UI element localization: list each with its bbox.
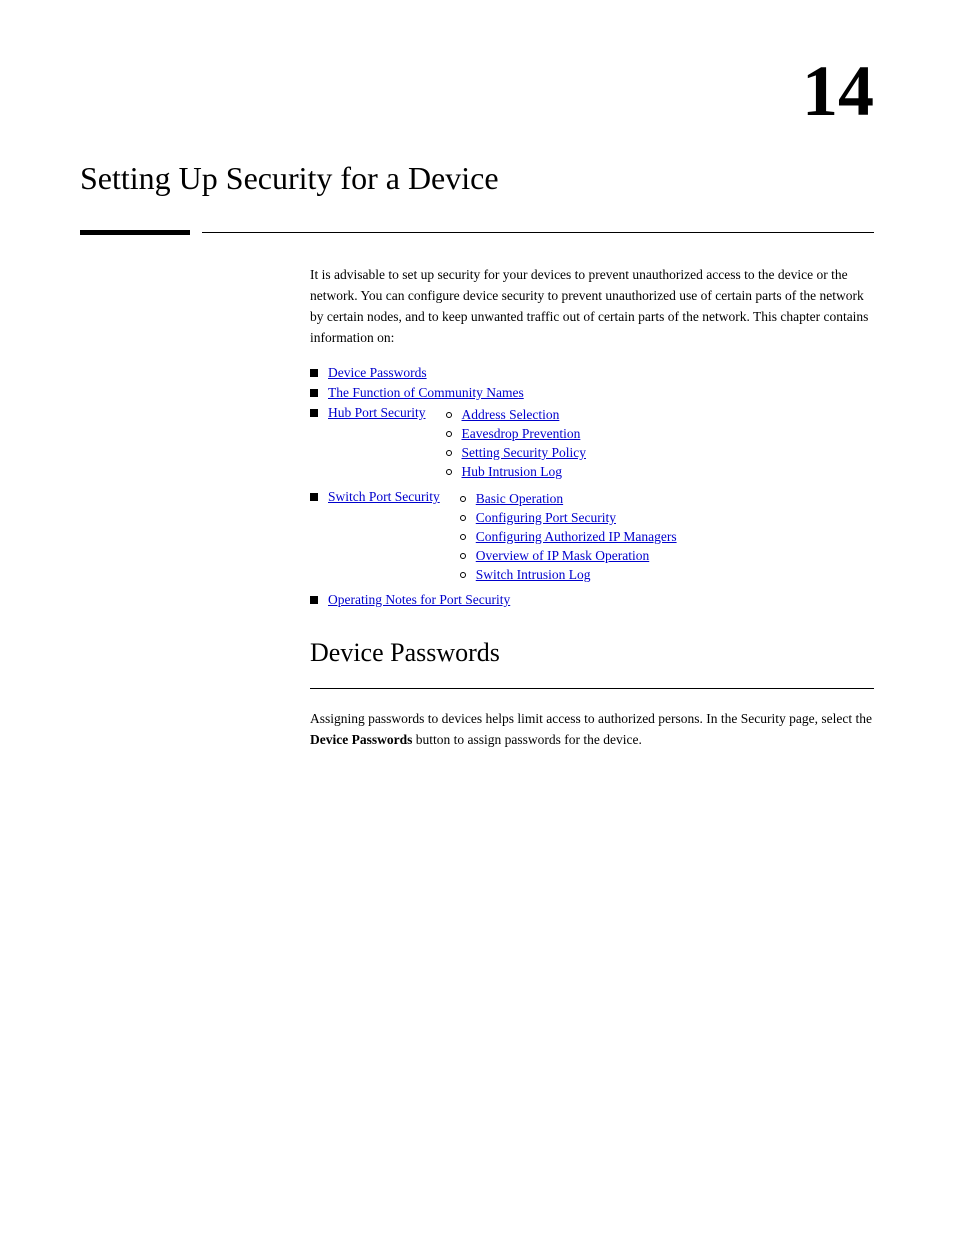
device-passwords-text-after: button to assign passwords for the devic… [412, 732, 641, 747]
sub-item-address: Address Selection [446, 407, 587, 423]
bullet-circle-6 [460, 515, 466, 521]
bullet-circle-5 [460, 496, 466, 502]
switch-security-sublist: Basic Operation Configuring Port Securit… [460, 491, 677, 586]
sub-item-basic-op: Basic Operation [460, 491, 677, 507]
link-switch-intrusion-log[interactable]: Switch Intrusion Log [476, 567, 591, 583]
toc-item-community: The Function of Community Names [310, 385, 874, 401]
section-divider [310, 688, 874, 689]
hub-security-sublist: Address Selection Eavesdrop Prevention S… [446, 407, 587, 483]
bullet-square-4 [310, 493, 318, 501]
bullet-circle-9 [460, 572, 466, 578]
divider-thick [80, 230, 190, 235]
link-eavesdrop-prevention[interactable]: Eavesdrop Prevention [462, 426, 581, 442]
link-community-names[interactable]: The Function of Community Names [328, 385, 524, 401]
toc-list: Device Passwords The Function of Communi… [310, 365, 874, 608]
link-setting-security-policy[interactable]: Setting Security Policy [462, 445, 587, 461]
divider-thin [202, 232, 874, 234]
bullet-circle-8 [460, 553, 466, 559]
bullet-circle-3 [446, 450, 452, 456]
bullet-circle-1 [446, 412, 452, 418]
bullet-square-3 [310, 409, 318, 417]
link-device-passwords[interactable]: Device Passwords [328, 365, 427, 381]
device-passwords-bold: Device Passwords [310, 732, 412, 747]
link-configuring-authorized-managers[interactable]: Configuring Authorized IP Managers [476, 529, 677, 545]
device-passwords-text: Assigning passwords to devices helps lim… [310, 709, 874, 751]
chapter-divider [80, 230, 874, 235]
link-operating-notes[interactable]: Operating Notes for Port Security [328, 592, 510, 608]
bullet-square-1 [310, 369, 318, 377]
toc-item-operating-notes: Operating Notes for Port Security [310, 592, 874, 608]
device-passwords-text-before: Assigning passwords to devices helps lim… [310, 711, 872, 726]
device-passwords-title: Device Passwords [310, 638, 874, 668]
sub-item-security-policy: Setting Security Policy [446, 445, 587, 461]
intro-paragraph: It is advisable to set up security for y… [310, 265, 874, 349]
sub-item-ip-mask: Overview of IP Mask Operation [460, 548, 677, 564]
bullet-circle-7 [460, 534, 466, 540]
link-hub-intrusion-log[interactable]: Hub Intrusion Log [462, 464, 563, 480]
sub-item-config-port: Configuring Port Security [460, 510, 677, 526]
toc-item-hub-security: Hub Port Security Address Selection Eave… [310, 405, 874, 485]
toc-item-passwords: Device Passwords [310, 365, 874, 381]
bullet-circle-2 [446, 431, 452, 437]
toc-item-switch-security: Switch Port Security Basic Operation Con… [310, 489, 874, 588]
chapter-title: Setting Up Security for a Device [80, 160, 499, 197]
page-container: 14 Setting Up Security for a Device It i… [0, 0, 954, 1235]
sub-item-switch-intrusion: Switch Intrusion Log [460, 567, 677, 583]
sub-item-config-auth: Configuring Authorized IP Managers [460, 529, 677, 545]
bullet-square-5 [310, 596, 318, 604]
bullet-circle-4 [446, 469, 452, 475]
bullet-square-2 [310, 389, 318, 397]
device-passwords-section: Device Passwords Assigning passwords to … [310, 638, 874, 751]
sub-item-hub-intrusion: Hub Intrusion Log [446, 464, 587, 480]
sub-item-eavesdrop: Eavesdrop Prevention [446, 426, 587, 442]
link-address-selection[interactable]: Address Selection [462, 407, 560, 423]
link-basic-operation[interactable]: Basic Operation [476, 491, 563, 507]
link-ip-mask-operation[interactable]: Overview of IP Mask Operation [476, 548, 649, 564]
main-content: It is advisable to set up security for y… [310, 265, 874, 751]
link-configuring-port-security[interactable]: Configuring Port Security [476, 510, 616, 526]
chapter-number: 14 [802, 50, 874, 133]
link-hub-port-security[interactable]: Hub Port Security [328, 405, 426, 421]
link-switch-port-security[interactable]: Switch Port Security [328, 489, 440, 505]
